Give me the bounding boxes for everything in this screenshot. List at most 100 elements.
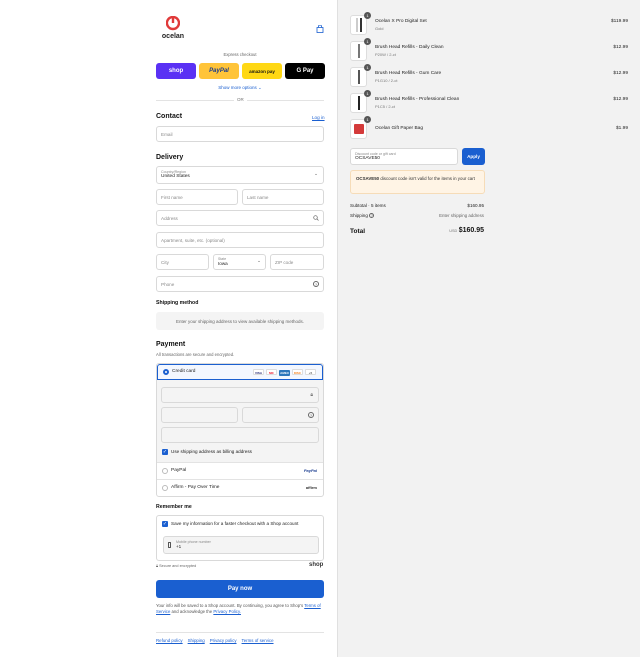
footer-link-privacy[interactable]: Privacy policy [210,638,237,643]
phone-icon [168,542,171,548]
express-checkout-heading: Express checkout [223,52,257,57]
help-icon[interactable]: ? [308,412,314,418]
billing-same-checkbox[interactable]: ✓ [162,449,168,455]
discount-code-field[interactable]: Discount code or gift card OCSAVE50 [350,148,458,165]
privacy-policy-link[interactable]: Privacy Policy. [213,609,241,614]
paypal-button[interactable]: PayPal [199,63,239,79]
visa-icon: VISA [253,369,264,375]
security-code-field[interactable]: ? [242,407,319,423]
phone-field[interactable]: Phone ? [156,276,324,292]
affirm-option[interactable]: Affirm - Pay Over Time affirm [157,479,323,496]
footer-link-refund[interactable]: Refund policy [156,638,183,643]
amex-icon: AMEX [279,370,290,376]
state-select[interactable]: State Iowa ⌄ [213,254,266,270]
total-value: $160.95 [458,227,484,234]
show-more-options-link[interactable]: Show more options ⌄ [156,85,324,91]
disclaimer-and: and acknowledge the [171,609,213,614]
footer-link-terms[interactable]: Terms of service [242,638,274,643]
address-field[interactable]: Address [156,210,324,226]
mobile-value: +1 [176,544,182,549]
footer: Refund policy Shipping Privacy policy Terms… [156,632,324,644]
quantity-badge: 1 [364,38,371,45]
phone-placeholder: Phone [161,281,175,287]
country-value: United States [161,174,190,179]
item-name: Brush Head Refills - Daily Clean [375,45,444,50]
shop-pay-button[interactable]: shop [156,63,196,79]
brand-name: ocelan [161,33,185,40]
credit-card-radio[interactable] [163,369,169,375]
quantity-badge: 1 [364,64,371,71]
remember-me-box: ✓ Save my information for a faster check… [156,515,324,561]
email-field[interactable]: Email [156,126,324,142]
affirm-radio[interactable] [162,485,168,491]
lock-icon: 🔒︎ [310,392,313,398]
notice-text: discount code isn't valid for the items … [380,176,475,181]
google-pay-button[interactable]: G Pay [285,63,325,79]
brand-logo[interactable]: ocelan [158,16,188,44]
item-variant: P1G10 / 2-ct [375,78,398,83]
mobile-phone-field[interactable]: Mobile phone number +1 [163,536,319,554]
apartment-field[interactable]: Apartment, suite, etc. (optional) [156,232,324,248]
credit-card-option[interactable]: Credit card VISA MC AMEX DISC +5 [157,364,323,380]
shipping-value: Enter shipping address [439,213,484,218]
pay-now-button[interactable]: Pay now [156,580,324,598]
item-name: Ocelan X Pro Digital Set [375,19,427,24]
discount-error-notice: OCSAVE50 discount code isn't valid for t… [350,170,485,194]
last-name-field[interactable]: Last name [242,189,324,205]
disclaimer-text: Your info will be saved to a Shop accoun… [156,603,304,608]
total-label: Total [350,228,366,235]
discover-icon: DISC [292,369,303,375]
city-field[interactable]: City [156,254,209,270]
paypal-logo: PayPal [303,468,317,473]
name-on-card-field[interactable] [161,427,319,443]
secure-label: Secure and encrypted [159,564,197,568]
zip-field[interactable]: ZIP code [270,254,324,270]
zip-placeholder: ZIP code [275,259,294,265]
quantity-badge: 1 [364,116,371,123]
cart-item: 1 Brush Head Refills - Gum Care P1G10 / … [350,64,640,87]
help-icon[interactable]: ? [369,213,375,218]
mastercard-icon: MC [266,369,277,375]
item-name: Brush Head Refills - Gum Care [375,71,442,76]
contact-title: Contact [156,113,183,120]
first-name-field[interactable]: First name [156,189,238,205]
bag-icon[interactable] [316,24,324,33]
apply-discount-button[interactable]: Apply [462,148,485,165]
email-placeholder: Email [161,131,173,137]
item-price: $119.99 [611,19,628,24]
paypal-option[interactable]: PayPal PayPal [157,462,323,479]
pay-now-label: Pay now [227,586,253,592]
save-info-checkbox[interactable]: ✓ [162,521,168,527]
search-icon [313,215,319,221]
notice-code: OCSAVE50 [356,176,380,181]
total-value-row: USD $160.95 [449,227,484,234]
shipping-method-message: Enter your shipping address to view avai… [156,312,324,330]
discount-value: OCSAVE50 [355,156,380,161]
paypal-radio[interactable] [162,468,168,474]
help-icon[interactable]: ? [313,281,319,287]
quantity-badge: 1 [364,12,371,19]
lock-icon: 🔒︎ [156,564,159,568]
expiry-field[interactable] [161,407,238,423]
more-cards-badge: +5 [305,369,316,375]
shipping-message-text: Enter your shipping address to view avai… [175,318,305,324]
logo-icon [166,16,180,31]
item-variant: P1C5 / 2-ct [375,104,396,109]
payment-title: Payment [156,341,186,348]
chevron-down-icon: ⌄ [258,85,262,90]
item-variant: P20W / 2-ct [375,52,396,57]
card-number-field[interactable]: 🔒︎ [161,387,319,403]
item-price: $1.99 [615,126,628,131]
payment-subtitle: All transactions are secure and encrypte… [156,352,235,357]
shop-disclaimer: Your info will be saved to a Shop accoun… [156,603,324,615]
chevron-down-icon: ⌄ [257,258,261,263]
footer-link-shipping[interactable]: Shipping [188,638,205,643]
login-link[interactable]: Log in [312,115,325,120]
item-name: Brush Head Refills - Professional Clean [375,97,460,102]
item-price: $12.99 [613,45,628,50]
amazon-pay-button[interactable]: amazon pay [242,63,282,79]
item-price: $12.99 [613,97,628,102]
cart-item: 1 Brush Head Refills - Daily Clean P20W … [350,38,640,61]
card-details-panel: 🔒︎ ? ✓ Use shipping address as billing a… [157,380,323,462]
country-select[interactable]: Country/Region United States ⌄ [156,166,324,184]
